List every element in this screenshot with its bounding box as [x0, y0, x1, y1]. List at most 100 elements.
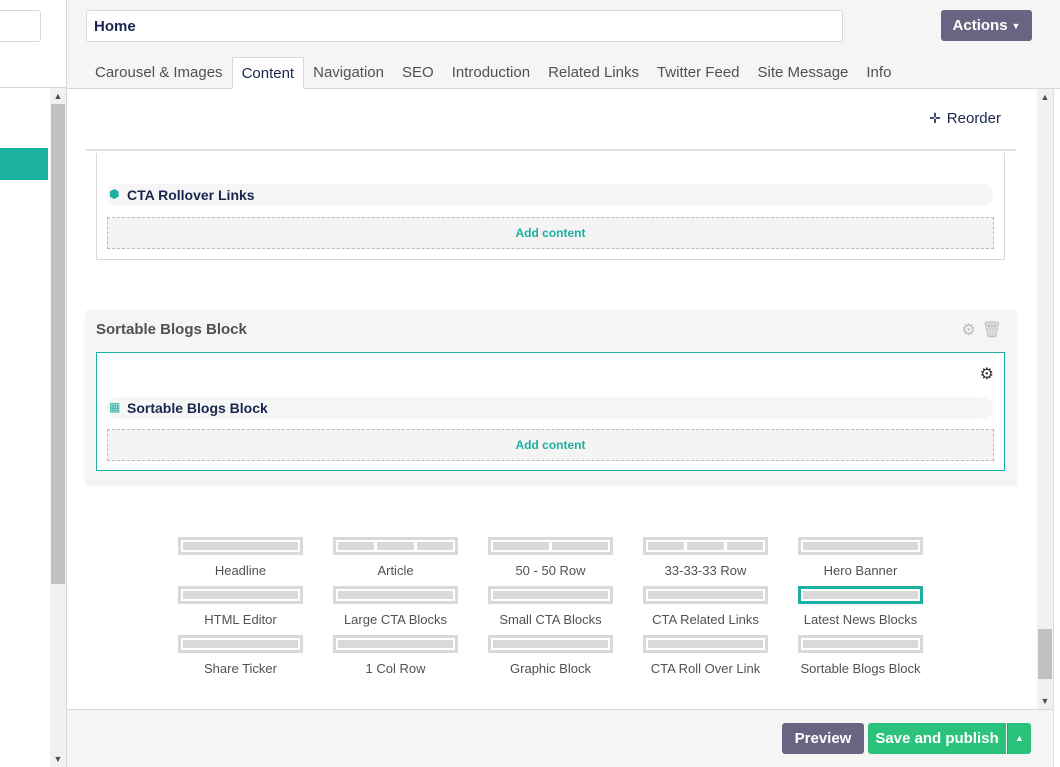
cube-icon: ⬢ — [109, 187, 120, 201]
content-scrollbar[interactable]: ▲ ▼ — [1037, 89, 1053, 709]
grid-icon: ▦ — [109, 400, 121, 414]
gear-icon[interactable]: ⚙ — [961, 322, 975, 339]
layout-thumbnail — [798, 635, 923, 653]
tab-site-message[interactable]: Site Message — [749, 57, 858, 89]
preview-button[interactable]: Preview — [782, 723, 864, 754]
layout-option-sortable-blogs-block[interactable]: Sortable Blogs Block — [793, 635, 933, 681]
sortable-row-label: Sortable Blogs Block — [127, 400, 268, 416]
layout-label: 50 - 50 Row — [515, 563, 586, 578]
layout-option-latest-news-blocks[interactable]: Latest News Blocks — [793, 586, 933, 632]
reorder-button[interactable]: ✛ Reorder — [929, 110, 1001, 127]
layout-thumbnail — [643, 586, 768, 604]
tree-selected-node[interactable] — [0, 148, 48, 180]
layout-label: Latest News Blocks — [803, 612, 918, 627]
layout-thumbnail-cell — [648, 591, 763, 599]
node-name-input[interactable] — [86, 10, 843, 42]
layout-option-33-33-33-row[interactable]: 33-33-33 Row — [638, 537, 778, 583]
layout-thumbnail — [488, 537, 613, 555]
section-divider — [86, 149, 1016, 151]
layout-thumbnail-cell — [726, 542, 763, 550]
scroll-up-icon[interactable]: ▲ — [1037, 89, 1053, 105]
caret-down-icon: ▼ — [1011, 20, 1021, 31]
layout-label: Headline — [214, 563, 267, 578]
add-content-button[interactable]: Add content — [107, 429, 994, 461]
layout-option-cta-roll-over-link[interactable]: CTA Roll Over Link — [638, 635, 778, 681]
tree-scrollbar-thumb[interactable] — [51, 104, 65, 584]
window-edge — [1053, 89, 1060, 767]
sortable-blogs-block: ⚙ ▦ Sortable Blogs Block Add content — [96, 352, 1005, 471]
layout-thumbnail — [178, 537, 303, 555]
layout-thumbnail — [798, 586, 923, 604]
layout-thumbnail — [333, 586, 458, 604]
layout-option-large-cta-blocks[interactable]: Large CTA Blocks — [328, 586, 468, 632]
layout-thumbnail-cell — [552, 542, 608, 550]
tab-content[interactable]: Content — [231, 57, 305, 89]
section-title: Sortable Blogs Block — [96, 321, 247, 338]
layout-thumbnail — [488, 586, 613, 604]
layout-thumbnail — [178, 586, 303, 604]
layout-option-graphic-block[interactable]: Graphic Block — [483, 635, 623, 681]
add-content-button[interactable]: Add content — [107, 217, 994, 249]
tab-navigation[interactable]: Navigation — [304, 57, 393, 89]
layout-thumbnail-cell — [803, 542, 918, 550]
layout-label: Sortable Blogs Block — [800, 661, 921, 676]
editor-header: Actions▼ Carousel & ImagesContentNavigat… — [67, 0, 1060, 89]
scroll-up-icon[interactable]: ▲ — [50, 88, 66, 104]
layout-thumbnail-cell — [493, 542, 549, 550]
layout-thumbnail-cell — [493, 591, 608, 599]
layout-option-headline[interactable]: Headline — [173, 537, 313, 583]
tree-header — [0, 0, 66, 88]
umbraco-editor: ▲ ▼ Actions▼ Carousel & ImagesContentNav… — [0, 0, 1060, 767]
tab-twitter-feed[interactable]: Twitter Feed — [648, 57, 749, 89]
layout-option-html-editor[interactable]: HTML Editor — [173, 586, 313, 632]
scroll-down-icon[interactable]: ▼ — [50, 751, 66, 767]
tab-related-links[interactable]: Related Links — [539, 57, 648, 89]
layout-thumbnail-cell — [803, 640, 918, 648]
tab-seo[interactable]: SEO — [393, 57, 443, 89]
sortable-row-header[interactable]: ▦ Sortable Blogs Block — [107, 397, 993, 419]
layout-thumbnail-cell — [493, 640, 608, 648]
tree-body — [0, 88, 50, 767]
layout-option-1-col-row[interactable]: 1 Col Row — [328, 635, 468, 681]
caret-up-icon[interactable]: ▲ — [1007, 723, 1031, 754]
layout-option-share-ticker[interactable]: Share Ticker — [173, 635, 313, 681]
reorder-label: Reorder — [946, 110, 1001, 127]
layout-thumbnail — [333, 537, 458, 555]
layout-label: 33-33-33 Row — [664, 563, 747, 578]
move-icon: ✛ — [929, 110, 941, 126]
cta-rollover-block: ⬢ CTA Rollover Links Add content — [96, 153, 1005, 260]
cta-row-header[interactable]: ⬢ CTA Rollover Links — [107, 184, 993, 206]
layout-thumbnail-cell — [338, 591, 453, 599]
layout-thumbnail — [643, 635, 768, 653]
tree-scrollbar[interactable]: ▲ ▼ — [50, 88, 66, 767]
editor-footer: Preview Save and publish ▲ — [67, 709, 1053, 767]
scroll-down-icon[interactable]: ▼ — [1037, 693, 1053, 709]
trash-icon[interactable]: 🗑 — [982, 322, 1002, 339]
layout-thumbnail-cell — [648, 640, 763, 648]
layout-label: CTA Roll Over Link — [650, 661, 761, 676]
layout-thumbnail — [798, 537, 923, 555]
layout-option-article[interactable]: Article — [328, 537, 468, 583]
layout-thumbnail — [488, 635, 613, 653]
layout-option-hero-banner[interactable]: Hero Banner — [793, 537, 933, 583]
tab-info[interactable]: Info — [857, 57, 900, 89]
tab-introduction[interactable]: Introduction — [443, 57, 539, 89]
content-area: ✛ Reorder ⬢ CTA Rollover Links Add conten… — [67, 89, 1037, 709]
gear-icon[interactable]: ⚙ — [980, 364, 994, 384]
layout-thumbnail — [333, 635, 458, 653]
layout-option-50-50-row[interactable]: 50 - 50 Row — [483, 537, 623, 583]
actions-button[interactable]: Actions ▼ — [941, 10, 1032, 41]
layout-thumbnail-cell — [183, 591, 298, 599]
tree-search-input[interactable] — [0, 10, 41, 42]
actions-label: Actions — [952, 17, 1008, 34]
content-scrollbar-thumb[interactable] — [1038, 629, 1052, 679]
tab-carousel-images[interactable]: Carousel & Images — [86, 57, 232, 89]
layout-thumbnail-cell — [648, 542, 685, 550]
layout-label: HTML Editor — [204, 612, 277, 627]
save-and-publish-button[interactable]: Save and publish — [868, 723, 1006, 754]
layout-thumbnail-cell — [377, 542, 414, 550]
layout-option-small-cta-blocks[interactable]: Small CTA Blocks — [483, 586, 623, 632]
layout-label: Hero Banner — [823, 563, 898, 578]
layout-option-cta-related-links[interactable]: CTA Related Links — [638, 586, 778, 632]
layout-thumbnail-cell — [183, 640, 298, 648]
